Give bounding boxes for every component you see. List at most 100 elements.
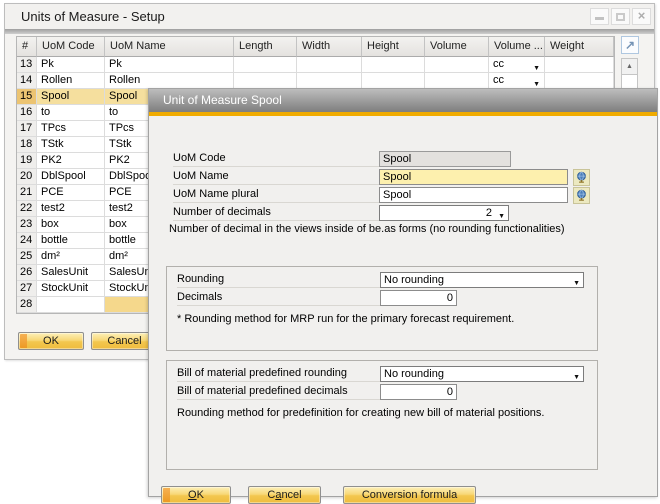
uom-detail-dialog: Unit of Measure Spool UoM Code Spool UoM… xyxy=(148,88,658,497)
uom-name-field[interactable]: Spool xyxy=(379,169,568,185)
cell-name[interactable]: Rollen xyxy=(105,73,234,89)
column-header-height: Height xyxy=(362,37,425,57)
bom-group: Bill of material predefined rounding No … xyxy=(166,360,598,470)
cell-num: 23 xyxy=(17,217,37,233)
cell-code[interactable]: Spool xyxy=(37,89,105,105)
cell-code[interactable] xyxy=(37,297,105,313)
cell-code[interactable]: Rollen xyxy=(37,73,105,89)
uom-code-label: UoM Code xyxy=(173,151,379,167)
bom-rounding-label: Bill of material predefined rounding xyxy=(177,366,380,382)
cell-code[interactable]: TStk xyxy=(37,137,105,153)
bom-decimals-field[interactable]: 0 xyxy=(380,384,457,400)
close-button[interactable]: × xyxy=(632,8,651,25)
cell-volume-uom[interactable]: cc ▼ xyxy=(489,57,545,73)
column-header-width: Width xyxy=(297,37,362,57)
scrollbar-up-button[interactable]: ▲ xyxy=(622,59,637,75)
cell-num: 14 xyxy=(17,73,37,89)
uom-name-plural-translate-button[interactable] xyxy=(573,187,590,204)
chevron-down-icon: ▼ xyxy=(533,61,540,73)
cell-code[interactable]: Pk xyxy=(37,57,105,73)
cell-width[interactable] xyxy=(297,57,362,73)
column-header-num: # xyxy=(17,37,37,57)
mrp-rounding-note: * Rounding method for MRP run for the pr… xyxy=(177,313,514,325)
minimize-button[interactable] xyxy=(590,8,609,25)
decimals-hint-text: Number of decimal in the views inside of… xyxy=(169,223,565,235)
chevron-down-icon: ▼ xyxy=(498,210,505,221)
cell-num: 27 xyxy=(17,281,37,297)
bom-decimals-label: Bill of material predefined decimals xyxy=(177,384,380,400)
cell-width[interactable] xyxy=(297,73,362,89)
column-header-uom-code: UoM Code xyxy=(37,37,105,57)
expand-arrow-icon: ↗ xyxy=(625,38,635,52)
expand-grid-button[interactable]: ↗ xyxy=(621,36,639,54)
rounding-combo[interactable]: No rounding ▼ xyxy=(380,272,584,288)
rounding-label: Rounding xyxy=(177,272,380,288)
cell-height[interactable] xyxy=(362,57,425,73)
number-of-decimals-label: Number of decimals xyxy=(173,205,379,221)
cell-code[interactable]: TPcs xyxy=(37,121,105,137)
maximize-icon xyxy=(616,13,625,21)
bom-rounding-combo[interactable]: No rounding ▼ xyxy=(380,366,584,382)
cell-code[interactable]: dm² xyxy=(37,249,105,265)
globe-icon xyxy=(575,189,588,202)
close-icon: × xyxy=(638,8,646,23)
dialog-body: UoM Code Spool UoM Name Spool UoM Name p… xyxy=(149,116,657,496)
number-of-decimals-combo[interactable]: 2 ▼ xyxy=(379,205,509,221)
globe-icon xyxy=(575,171,588,184)
cell-num: 18 xyxy=(17,137,37,153)
conversion-formula-button[interactable]: Conversion formula xyxy=(343,486,476,504)
cell-num: 20 xyxy=(17,169,37,185)
titlebar-separator xyxy=(5,29,654,34)
window-title: Units of Measure - Setup xyxy=(21,9,165,24)
cell-code[interactable]: PK2 xyxy=(37,153,105,169)
cell-num: 13 xyxy=(17,57,37,73)
cell-code[interactable]: box xyxy=(37,217,105,233)
volume-uom-value: cc xyxy=(493,74,504,86)
cell-num: 19 xyxy=(17,153,37,169)
dialog-title: Unit of Measure Spool xyxy=(163,93,282,107)
cell-num: 28 xyxy=(17,297,37,313)
cell-num: 16 xyxy=(17,105,37,121)
chevron-down-icon: ▼ xyxy=(573,371,580,382)
uom-code-field: Spool xyxy=(379,151,511,167)
cell-num: 21 xyxy=(17,185,37,201)
cell-num: 22 xyxy=(17,201,37,217)
decimals-label: Decimals xyxy=(177,290,380,306)
window-titlebar[interactable]: Units of Measure - Setup × xyxy=(5,4,654,29)
dialog-cancel-button[interactable]: Cancel xyxy=(248,486,321,504)
cell-length[interactable] xyxy=(234,73,297,89)
maximize-button[interactable] xyxy=(611,8,630,25)
cell-code[interactable]: test2 xyxy=(37,201,105,217)
cell-num: 26 xyxy=(17,265,37,281)
uom-name-label: UoM Name xyxy=(173,169,379,185)
cell-code[interactable]: bottle xyxy=(37,233,105,249)
setup-ok-button[interactable]: OK xyxy=(18,332,84,350)
cell-code[interactable]: to xyxy=(37,105,105,121)
dialog-ok-button[interactable]: OK xyxy=(161,486,231,504)
cell-weight[interactable] xyxy=(545,57,614,73)
column-header-uom-name: UoM Name xyxy=(105,37,234,57)
volume-uom-value: cc xyxy=(493,58,504,70)
scroll-up-icon: ▲ xyxy=(626,63,633,70)
cell-num: 15 xyxy=(17,89,37,105)
cell-code[interactable]: DblSpool xyxy=(37,169,105,185)
cell-volume[interactable] xyxy=(425,57,489,73)
cell-code[interactable]: PCE xyxy=(37,185,105,201)
decimals-field[interactable]: 0 xyxy=(380,290,457,306)
cell-volume[interactable] xyxy=(425,73,489,89)
cell-num: 24 xyxy=(17,233,37,249)
dialog-titlebar[interactable]: Unit of Measure Spool xyxy=(149,89,657,112)
cell-height[interactable] xyxy=(362,73,425,89)
column-header-weight: Weight xyxy=(545,37,614,57)
cell-weight[interactable] xyxy=(545,73,614,89)
cell-code[interactable]: SalesUnit xyxy=(37,265,105,281)
cell-volume-uom[interactable]: cc▼ xyxy=(489,73,545,89)
cell-name[interactable]: Pk xyxy=(105,57,234,73)
window-controls: × xyxy=(590,8,651,25)
cell-length[interactable] xyxy=(234,57,297,73)
cell-num: 17 xyxy=(17,121,37,137)
uom-name-translate-button[interactable] xyxy=(573,169,590,186)
uom-name-plural-field[interactable]: Spool xyxy=(379,187,568,203)
column-header-volume: Volume xyxy=(425,37,489,57)
cell-code[interactable]: StockUnit xyxy=(37,281,105,297)
